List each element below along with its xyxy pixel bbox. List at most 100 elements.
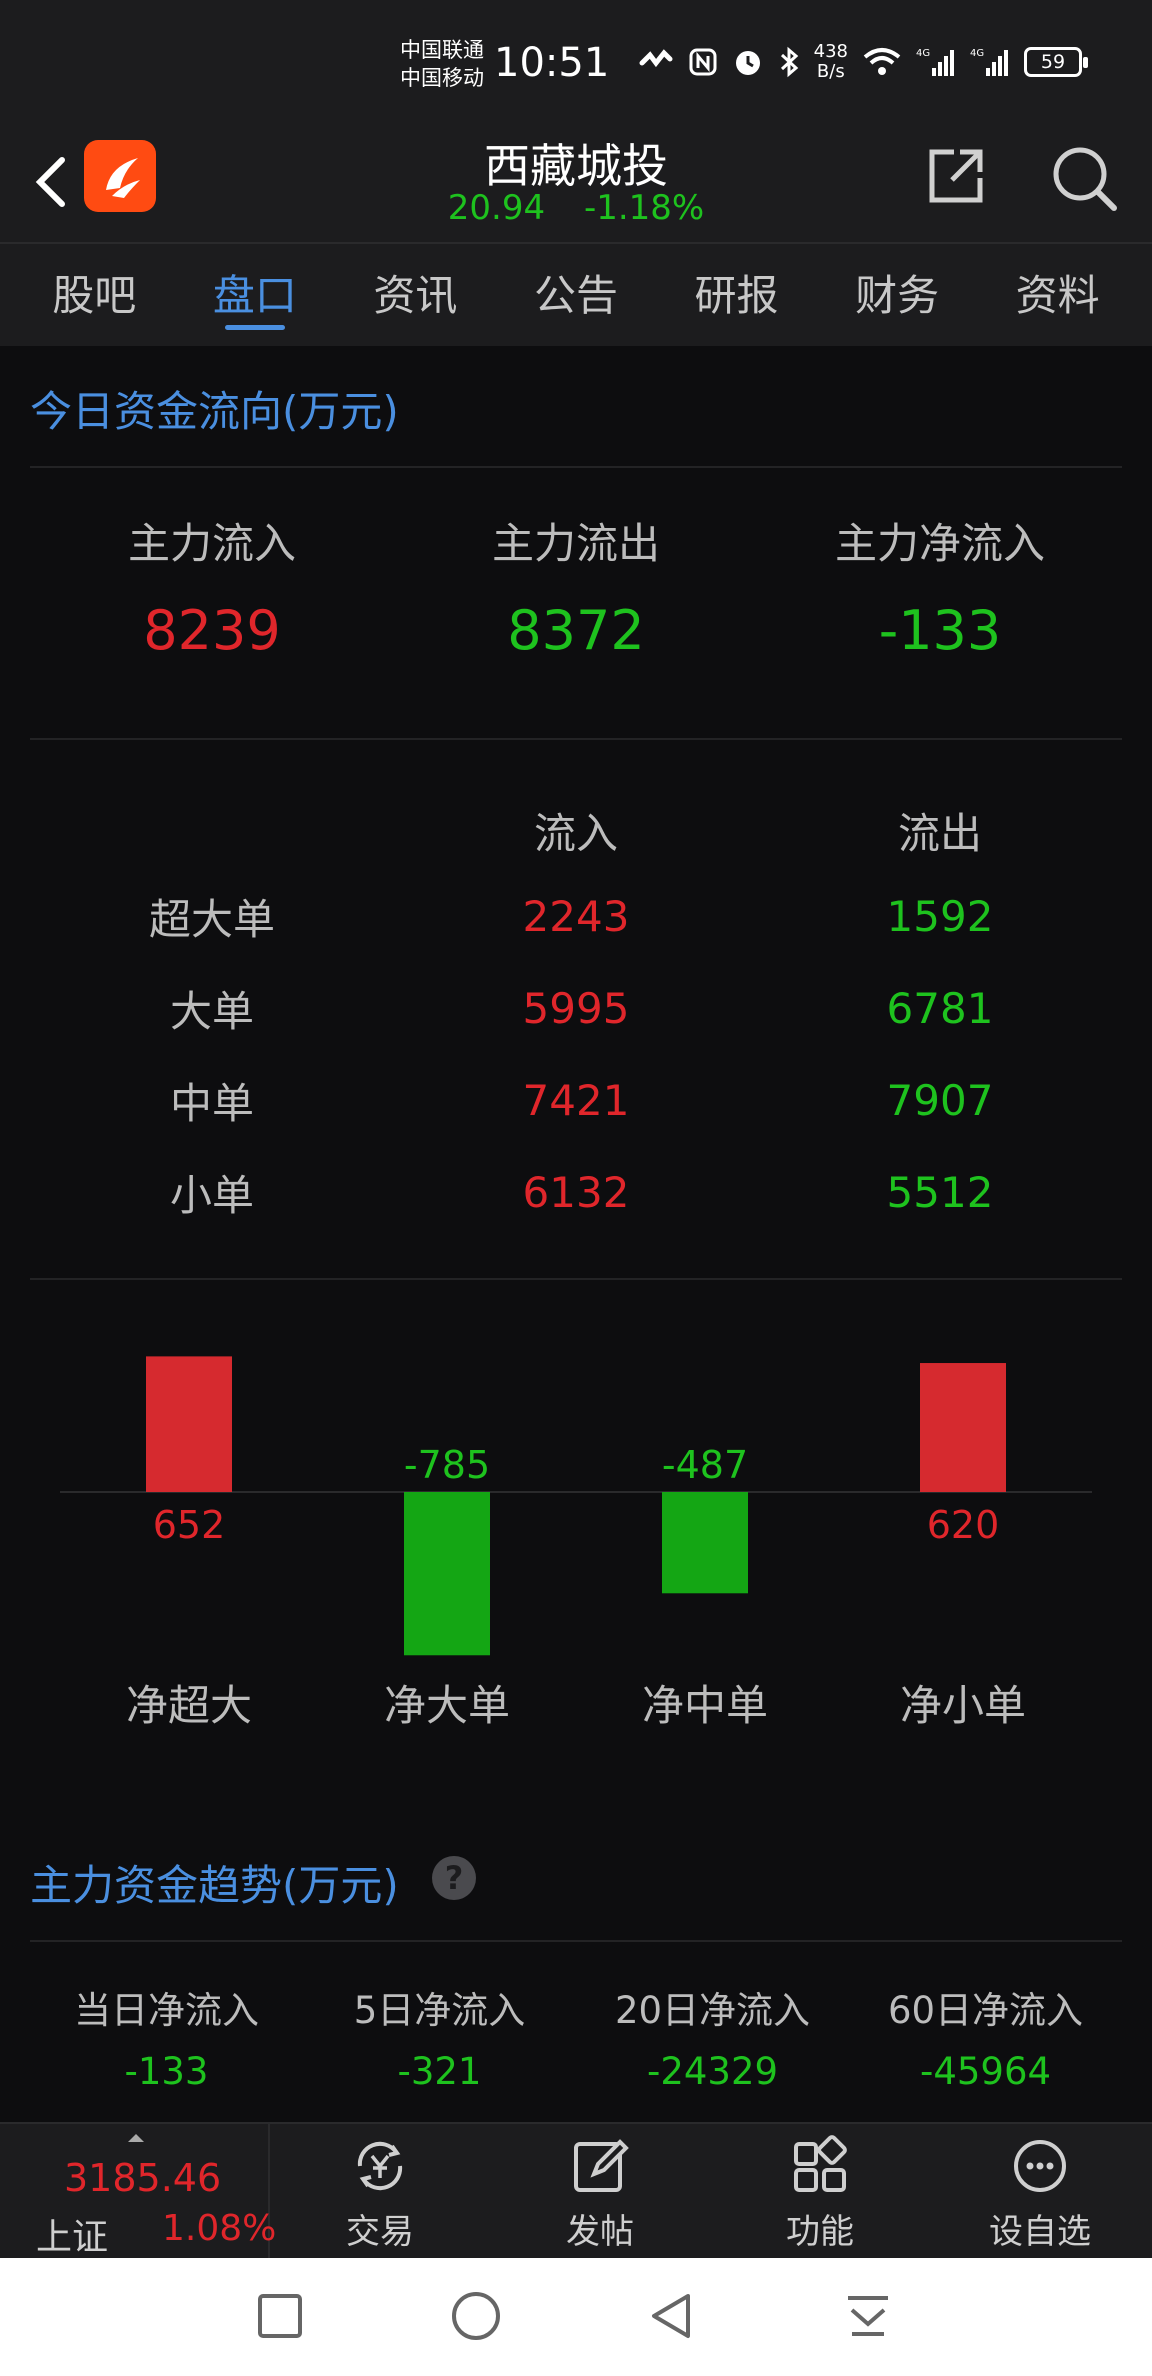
tab-guba[interactable]: 股吧 bbox=[24, 244, 164, 346]
stock-change-pct: -1.18% bbox=[583, 188, 705, 228]
carrier-2: 中国移动 bbox=[400, 66, 484, 90]
nav-add-watchlist-button[interactable]: 设自选 bbox=[960, 2134, 1120, 2253]
yuan-exchange-icon bbox=[357, 2141, 403, 2191]
table-row: 大单 5995 6781 bbox=[30, 962, 1122, 1054]
index-name: 上证 bbox=[36, 2217, 109, 2258]
bar-1 bbox=[404, 1492, 490, 1656]
heart-rate-icon bbox=[639, 49, 673, 68]
status-icons: 438 B/s 4G 4G 59 bbox=[638, 41, 1088, 82]
index-value: 3185.46 bbox=[64, 2156, 222, 2200]
main-outflow-label: 主力流出 bbox=[491, 519, 660, 568]
nav-label: 设自选 bbox=[989, 2212, 1091, 2252]
row-outflow: 6781 bbox=[886, 983, 994, 1033]
trend-label: 当日净流入 bbox=[74, 1989, 259, 2032]
trend-value: -24329 bbox=[646, 2050, 779, 2093]
fund-flow-summary: 主力流入 8239 主力流出 8372 主力净流入 -133 bbox=[30, 510, 1122, 662]
main-inflow-value: 8239 bbox=[143, 599, 281, 662]
bar-category-label-3: 净小单 bbox=[900, 1681, 1026, 1730]
bar-0 bbox=[146, 1356, 232, 1492]
tab-finance[interactable]: 财务 bbox=[827, 244, 967, 346]
status-bar: 中国联通 中国移动 10:51 438 B/s 4G 4G 59 bbox=[0, 0, 1152, 130]
tab-pankou[interactable]: 盘口 bbox=[185, 244, 325, 346]
signal-4g-icon-1: 4G bbox=[916, 48, 954, 76]
row-outflow: 5512 bbox=[886, 1167, 994, 1217]
row-inflow: 6132 bbox=[522, 1167, 630, 1217]
svg-text:4G: 4G bbox=[916, 48, 930, 59]
row-label: 大单 bbox=[169, 986, 254, 1036]
bar-value-label-0: 652 bbox=[153, 1503, 226, 1547]
index-ticker[interactable]: 3185.46 上证 1.08% bbox=[0, 2124, 276, 2258]
search-icon[interactable] bbox=[1050, 144, 1118, 212]
divider bbox=[30, 1278, 1122, 1280]
main-net-inflow-label: 主力净流入 bbox=[834, 519, 1045, 568]
trend-item: 60日净流入 -45964 bbox=[849, 1980, 1122, 2093]
caret-up-icon bbox=[128, 2134, 144, 2142]
back-icon[interactable] bbox=[644, 2288, 700, 2344]
row-outflow: 1592 bbox=[886, 891, 994, 941]
trend-item: 20日净流入 -24329 bbox=[576, 1980, 849, 2093]
stock-price: 20.94 bbox=[447, 188, 546, 228]
network-rate-value: 438 bbox=[813, 41, 848, 62]
table-header-inflow: 流入 bbox=[533, 808, 618, 858]
divider bbox=[30, 466, 1122, 468]
share-icon[interactable] bbox=[924, 144, 988, 208]
clock: 10:51 bbox=[494, 40, 610, 86]
order-size-table: 流入 流出 超大单 2243 1592 大单 5995 6781 中单 7421… bbox=[30, 790, 1122, 1238]
carrier-1: 中国联通 bbox=[400, 38, 484, 62]
bluetooth-icon bbox=[780, 46, 798, 78]
main-net-inflow-value: -133 bbox=[878, 599, 1002, 662]
row-label: 小单 bbox=[169, 1170, 254, 1220]
main-inflow: 主力流入 8239 bbox=[30, 510, 394, 662]
trend-value: -133 bbox=[124, 2050, 209, 2093]
tab-announcements[interactable]: 公告 bbox=[506, 244, 646, 346]
divider bbox=[30, 1940, 1122, 1942]
table-row: 小单 6132 5512 bbox=[30, 1146, 1122, 1238]
bar-2 bbox=[662, 1492, 748, 1594]
svg-text:4G: 4G bbox=[970, 48, 984, 59]
nav-post-button[interactable]: 发帖 bbox=[520, 2134, 680, 2253]
trend-label: 5日净流入 bbox=[353, 1989, 526, 2032]
bar-category-label-2: 净中单 bbox=[642, 1681, 768, 1730]
network-rate-unit: B/s bbox=[816, 61, 845, 82]
bar-value-label-3: 620 bbox=[927, 1503, 1000, 1547]
home-icon[interactable] bbox=[448, 2288, 504, 2344]
row-outflow: 7907 bbox=[886, 1075, 994, 1125]
notification-pull-down-icon[interactable] bbox=[840, 2288, 896, 2344]
tab-profile[interactable]: 资料 bbox=[988, 244, 1128, 346]
help-icon[interactable]: ? bbox=[432, 1856, 476, 1900]
nav-function-button[interactable]: 功能 bbox=[740, 2134, 900, 2253]
tab-news[interactable]: 资讯 bbox=[345, 244, 485, 346]
nfc-icon bbox=[689, 48, 717, 76]
edit-icon bbox=[574, 2139, 629, 2192]
recent-apps-icon[interactable] bbox=[252, 2288, 308, 2344]
divider bbox=[30, 738, 1122, 740]
nav-label: 发帖 bbox=[566, 2212, 634, 2252]
tab-research[interactable]: 研报 bbox=[667, 244, 807, 346]
nav-trade-button[interactable]: 交易 bbox=[300, 2134, 460, 2253]
trend-label: 20日净流入 bbox=[614, 1989, 811, 2032]
system-navigation-bar bbox=[0, 2258, 1152, 2376]
nav-label: 交易 bbox=[346, 2212, 414, 2252]
stock-header: 西藏城投 20.94 -1.18% bbox=[0, 130, 1152, 242]
row-label: 中单 bbox=[169, 1078, 254, 1128]
nav-label: 功能 bbox=[786, 2212, 854, 2252]
table-row: 中单 7421 7907 bbox=[30, 1054, 1122, 1146]
bar-3 bbox=[920, 1363, 1006, 1492]
row-inflow: 5995 bbox=[522, 983, 630, 1033]
table-header-outflow: 流出 bbox=[897, 808, 982, 858]
row-label: 超大单 bbox=[148, 894, 275, 944]
row-inflow: 2243 bbox=[522, 891, 630, 941]
battery-icon: 59 bbox=[1024, 47, 1088, 77]
grid-icon bbox=[794, 2135, 847, 2192]
carrier-labels: 中国联通 中国移动 bbox=[400, 36, 484, 92]
trend-item: 当日净流入 -133 bbox=[30, 1980, 303, 2093]
trend-summary: 当日净流入 -133 5日净流入 -321 20日净流入 -24329 60日净… bbox=[30, 1980, 1122, 2093]
row-inflow: 7421 bbox=[522, 1075, 630, 1125]
trend-label: 60日净流入 bbox=[887, 1989, 1084, 2032]
main-inflow-label: 主力流入 bbox=[127, 519, 296, 568]
table-header: 流入 流出 bbox=[30, 790, 1122, 870]
trend-title: 主力资金趋势(万元) bbox=[30, 1861, 399, 1910]
bar-category-label-1: 净大单 bbox=[384, 1681, 510, 1730]
main-outflow: 主力流出 8372 bbox=[394, 510, 758, 662]
main-outflow-value: 8372 bbox=[507, 599, 645, 662]
